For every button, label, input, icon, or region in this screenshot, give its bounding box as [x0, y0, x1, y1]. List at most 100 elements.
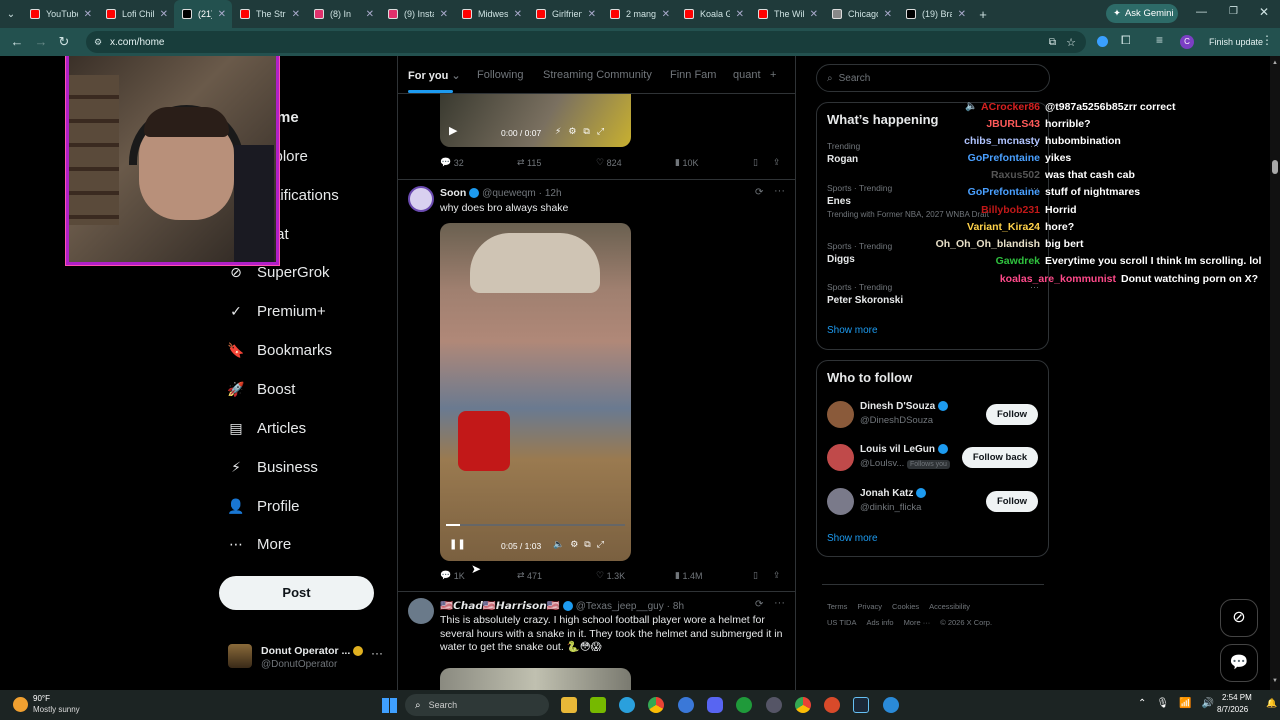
follow-suggestion[interactable]: Dinesh D'Souza @DineshDSouza Follow: [817, 398, 1048, 432]
reply-button[interactable]: 💬 1K: [440, 570, 465, 581]
close-tab-icon[interactable]: ✕: [292, 9, 300, 20]
file-explorer-icon[interactable]: [561, 697, 577, 713]
show-more-link[interactable]: Show more: [827, 533, 878, 544]
repost-button[interactable]: ⇄ 471: [517, 570, 542, 581]
search-box[interactable]: ⌕ Search: [816, 64, 1050, 92]
user-name[interactable]: Jonah Katz: [860, 488, 913, 499]
add-tab-icon[interactable]: +: [770, 69, 776, 81]
user-name[interactable]: Dinesh D'Souza: [860, 401, 935, 412]
taskbar-search[interactable]: ⌕ Search: [405, 694, 549, 716]
feed-tab[interactable]: Streaming Community: [543, 69, 652, 81]
app-icon[interactable]: [766, 697, 782, 713]
like-button[interactable]: ♡ 1.3K: [596, 570, 625, 581]
weather-icon[interactable]: [13, 697, 28, 712]
browser-tab[interactable]: 2 mang ✕: [602, 0, 676, 28]
tab-list-icon[interactable]: ⌄: [0, 9, 22, 20]
close-tab-icon[interactable]: ✕: [440, 9, 448, 20]
browser-tab[interactable]: Midwest✕: [454, 0, 528, 28]
close-window-button[interactable]: ✕: [1259, 5, 1269, 19]
close-tab-icon[interactable]: ✕: [366, 9, 374, 20]
browser-tab[interactable]: (21) ✕: [174, 0, 232, 28]
close-tab-icon[interactable]: ✕: [514, 9, 522, 20]
clock-date[interactable]: 8/7/2026: [1217, 705, 1248, 714]
show-more-link[interactable]: Show more: [827, 325, 878, 336]
author-handle[interactable]: @queweqm: [482, 188, 536, 199]
follow-suggestion[interactable]: Jonah Katz @dinkin_flicka Follow: [817, 485, 1048, 519]
ask-gemini-button[interactable]: ✦ Ask Gemini: [1106, 4, 1178, 23]
browser-tab[interactable]: Girlfrien ✕: [528, 0, 602, 28]
nav-item-more[interactable]: ⋯ More: [227, 532, 291, 556]
trend-item[interactable]: Sports · Trending Peter Skoronski ···: [827, 282, 1039, 306]
browser-tab[interactable]: The Wik✕: [750, 0, 824, 28]
browser-tab[interactable]: The Stru✕: [232, 0, 306, 28]
new-tab-button[interactable]: +: [972, 7, 994, 22]
close-tab-icon[interactable]: ✕: [662, 9, 670, 20]
repost-button[interactable]: ⇄ 115: [517, 157, 541, 168]
bookmark-icon[interactable]: ▯: [753, 157, 758, 168]
avatar[interactable]: [827, 401, 854, 428]
post-image[interactable]: [440, 668, 631, 690]
video-player[interactable]: ▶ 0:00 / 0:07 ⚡⚙⧉⤢: [440, 94, 631, 147]
close-tab-icon[interactable]: ✕: [810, 9, 818, 20]
avatar[interactable]: [408, 186, 434, 212]
nav-item-bookmarks[interactable]: 🔖 Bookmarks: [227, 338, 332, 362]
close-tab-icon[interactable]: ✕: [218, 9, 226, 20]
play-icon[interactable]: ▶: [449, 124, 457, 137]
chrome-active-icon[interactable]: [795, 697, 811, 713]
more-dots-icon[interactable]: ···: [774, 597, 785, 609]
extensions-puzzle-icon[interactable]: ⧠: [1121, 33, 1131, 48]
avatar[interactable]: [827, 444, 854, 471]
author-name[interactable]: 🇺🇸𝘾𝙝𝙖𝙙🇺🇸𝙃𝙖𝙧𝙧𝙞𝙨𝙤𝙣🇺🇸: [440, 600, 560, 612]
close-tab-icon[interactable]: ✕: [884, 9, 892, 20]
more-dots-icon[interactable]: ···: [774, 185, 785, 197]
post-age[interactable]: 8h: [673, 601, 684, 612]
bookmark-star-icon[interactable]: ☆: [1066, 36, 1076, 49]
share-icon[interactable]: ⇪: [773, 157, 781, 168]
scroll-up-arrow-icon[interactable]: ▲: [1272, 60, 1278, 66]
nav-item-business[interactable]: ⚡ Business: [227, 455, 318, 479]
author-name[interactable]: Soon: [440, 187, 466, 199]
account-switcher[interactable]: Donut Operator ... @DonutOperator ···: [226, 640, 386, 676]
nvidia-icon[interactable]: [590, 697, 606, 713]
clock-time[interactable]: 2:54 PM: [1222, 693, 1252, 702]
browser-tab[interactable]: YouTube✕: [22, 0, 98, 28]
feed-tab[interactable]: Finn Fam: [670, 69, 716, 81]
chrome-icon[interactable]: [648, 697, 664, 713]
browser-tab[interactable]: (19) Bra ✕: [898, 0, 972, 28]
discord-icon[interactable]: [707, 697, 723, 713]
footer-link[interactable]: US TIDA: [827, 618, 856, 627]
nav-item-articles[interactable]: ▤ Articles: [227, 416, 306, 440]
notification-bell-icon[interactable]: 🔔: [1266, 698, 1277, 709]
browser-menu-icon[interactable]: ⋮: [1261, 33, 1273, 47]
nav-item-boost[interactable]: 🚀 Boost: [227, 377, 295, 401]
scroll-down-arrow-icon[interactable]: ▼: [1272, 678, 1278, 684]
feed-tab[interactable]: quant: [733, 69, 761, 81]
app-icon[interactable]: [824, 697, 840, 713]
follow-suggestion[interactable]: Louis vil LeGun @Loulsv... Follows you Fol…: [817, 441, 1048, 475]
reply-button[interactable]: 💬 32: [440, 157, 464, 168]
close-tab-icon[interactable]: ✕: [958, 9, 966, 20]
system-tray-icons[interactable]: ⌃🎙📶🔊: [1138, 698, 1224, 709]
browser-tab[interactable]: Lofi Chill ✕: [98, 0, 174, 28]
close-tab-icon[interactable]: ✕: [84, 9, 92, 20]
post-age[interactable]: 12h: [545, 188, 562, 199]
start-button[interactable]: [382, 698, 397, 713]
browser-tab[interactable]: (9) Insta✕: [380, 0, 454, 28]
grok-icon[interactable]: ⟳: [755, 599, 763, 610]
forward-arrow-icon[interactable]: →: [32, 33, 50, 51]
pause-icon[interactable]: ❚❚: [449, 539, 466, 550]
telegram-icon[interactable]: [619, 697, 635, 713]
user-name[interactable]: Louis vil LeGun: [860, 444, 935, 455]
video-player[interactable]: ❚❚ 0:05 / 1:03 🔈⚙⧉⤢: [440, 223, 631, 561]
like-button[interactable]: ♡ 824: [596, 157, 622, 168]
weather-desc[interactable]: Mostly sunny: [33, 705, 80, 714]
author-handle[interactable]: @Texas_jeep__guy: [576, 601, 664, 612]
more-dots-icon[interactable]: ···: [371, 646, 383, 660]
browser-tab[interactable]: (8) In ✕: [306, 0, 380, 28]
close-tab-icon[interactable]: ✕: [736, 9, 744, 20]
feed-tab[interactable]: Following: [477, 69, 523, 81]
avatar[interactable]: [827, 488, 854, 515]
follow-button[interactable]: Follow: [986, 404, 1038, 425]
footer-link[interactable]: Cookies: [892, 602, 919, 611]
app-icon[interactable]: [883, 697, 899, 713]
